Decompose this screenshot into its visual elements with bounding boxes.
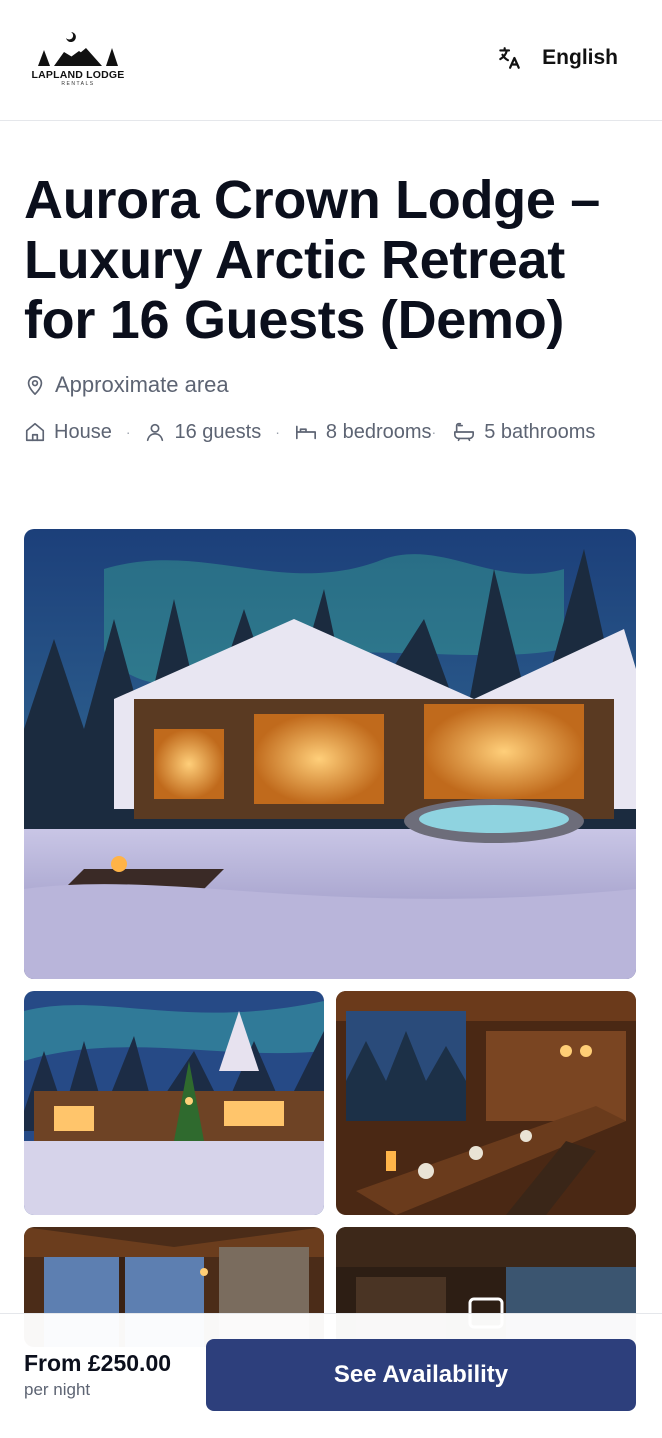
meta-separator: · [125,424,131,440]
christmas-village-image [24,991,324,1215]
bed-icon [294,421,318,443]
location: Approximate area [24,372,229,398]
header: LAPLAND LODGE RENTALS English [0,0,662,121]
listing-meta: House · 16 guests · 8 bedrooms · 5 bathr… [24,420,624,444]
meta-separator: · [275,424,280,440]
gallery-photo-dining[interactable] [336,991,636,1215]
see-availability-button[interactable]: See Availability [206,1339,636,1411]
logo-text: LAPLAND LODGE [31,69,125,81]
meta-type: House [24,420,112,444]
language-label: English [542,46,618,69]
logo-subtext: RENTALS [61,81,95,87]
booking-bar: From £250.00 per night See Availability [0,1313,662,1438]
gallery-photo-main[interactable] [24,529,636,979]
meta-guests: 16 guests [144,420,261,444]
price-unit: per night [24,1380,91,1399]
translate-icon [496,45,522,71]
meta-bedrooms-label: 8 bedrooms [325,420,432,443]
bath-icon [452,421,476,443]
map-pin-icon [24,373,46,397]
meta-separator: · [431,424,437,440]
location-label: Approximate area [55,372,229,397]
meta-guests-label: 16 guests [174,420,262,443]
lodge-exterior-image [24,529,636,979]
price: From £250.00 [24,1350,172,1376]
dining-hall-image [336,991,636,1215]
meta-bathrooms: 5 bathrooms [452,420,595,444]
meta-bedrooms: 8 bedrooms [294,420,432,444]
home-icon [24,421,46,443]
language-selector[interactable]: English [496,45,618,71]
meta-bathrooms-label: 5 bathrooms [484,420,596,443]
page-title: Aurora Crown Lodge – Luxury Arctic Retre… [24,170,601,350]
brand-logo[interactable]: LAPLAND LODGE RENTALS [24,26,132,94]
meta-type-label: House [54,420,112,443]
gallery-photo-village[interactable] [24,991,324,1215]
user-icon [144,421,166,443]
